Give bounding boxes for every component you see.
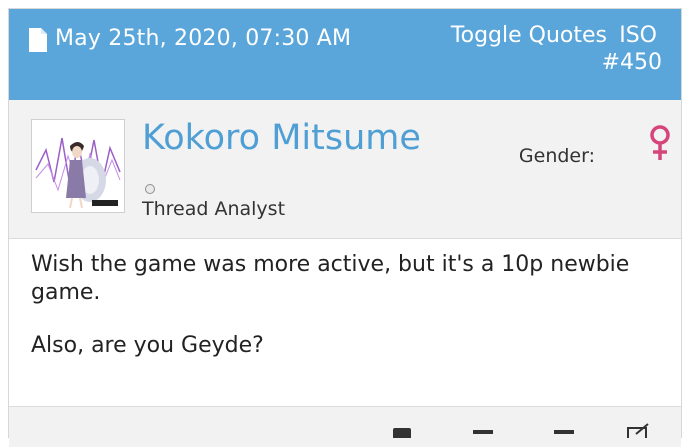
post-header: May 25th, 2020, 07:30 AM Toggle Quotes I…: [9, 9, 681, 100]
female-symbol-icon: [650, 125, 670, 160]
avatar[interactable]: [31, 119, 125, 213]
post-date: May 25th, 2020, 07:30 AM: [55, 26, 352, 51]
edit-icon[interactable]: [626, 422, 650, 438]
gender-label: Gender:: [518, 145, 595, 167]
avatar-image: [32, 120, 124, 212]
username[interactable]: Kokoro Mitsume: [142, 118, 421, 158]
document-icon: [29, 28, 47, 52]
user-rank: Thread Analyst: [142, 198, 286, 220]
quote-icon[interactable]: [391, 422, 415, 438]
post-text-line: Also, are you Geyde?: [31, 333, 264, 358]
user-profile: Kokoro Mitsume Thread Analyst Gender:: [9, 100, 681, 238]
post-toolbar: [9, 406, 681, 447]
post-number-link[interactable]: #450: [602, 50, 662, 75]
toggle-quotes-link[interactable]: Toggle Quotes: [451, 23, 607, 48]
reply-icon[interactable]: [471, 422, 495, 438]
iso-link[interactable]: ISO: [619, 23, 657, 48]
forum-post: May 25th, 2020, 07:30 AM Toggle Quotes I…: [8, 8, 682, 447]
multiquote-icon[interactable]: [552, 422, 576, 438]
post-text-line: Wish the game was more active, but it's …: [31, 252, 630, 277]
online-status-icon: [145, 184, 155, 194]
post-body: Wish the game was more active, but it's …: [9, 238, 681, 407]
post-text-line: game.: [31, 280, 101, 305]
